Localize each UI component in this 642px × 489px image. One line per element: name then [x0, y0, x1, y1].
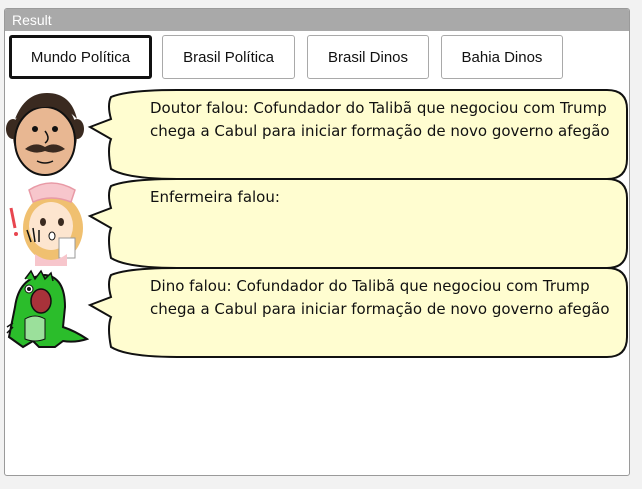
message-row-dino: Dino falou: Cofundador do Talibã que neg… [5, 267, 629, 359]
nurse-avatar-icon [9, 182, 83, 266]
dino-avatar-icon [6, 269, 89, 349]
tab-bahia-dinos[interactable]: Bahia Dinos [441, 35, 563, 79]
message-text: Dino falou: Cofundador do Talibã que neg… [150, 277, 610, 318]
tab-brasil-politica[interactable]: Brasil Política [162, 35, 295, 79]
message-text: Doutor falou: Cofundador do Talibã que n… [150, 99, 610, 140]
message-text: Enfermeira falou: [150, 188, 280, 206]
window-title: Result [5, 9, 629, 31]
tab-mundo-politica[interactable]: Mundo Política [9, 35, 152, 79]
tab-brasil-dinos[interactable]: Brasil Dinos [307, 35, 429, 79]
message-row-doctor: Doutor falou: Cofundador do Talibã que n… [5, 89, 629, 185]
result-window: Result Mundo Política Brasil Política Br… [4, 8, 630, 476]
message-row-nurse: Enfermeira falou: [5, 178, 629, 270]
tab-bar: Mundo Política Brasil Política Brasil Di… [5, 35, 629, 83]
doctor-avatar-icon [6, 93, 84, 176]
